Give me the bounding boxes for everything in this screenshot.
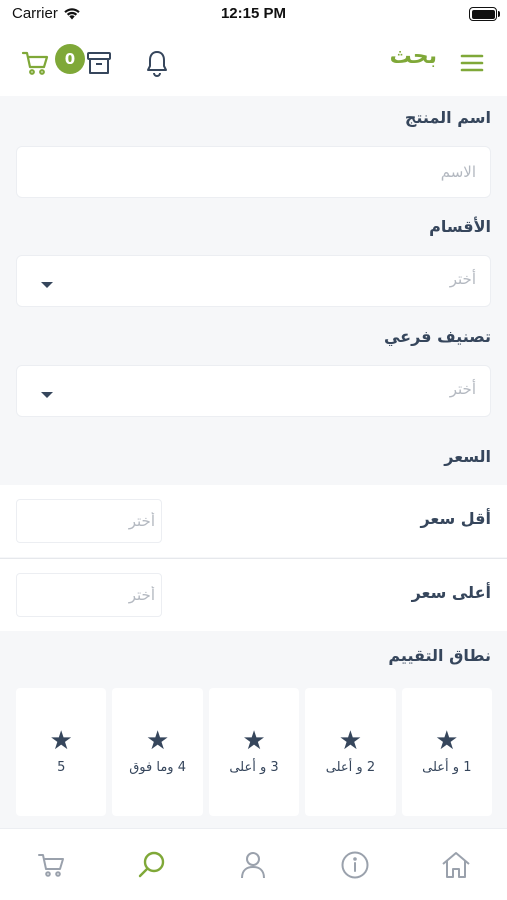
rating-option-label: 5 [57, 760, 66, 775]
rating-option-3[interactable]: ★ 3 و أعلى [208, 688, 300, 816]
status-bar: Carrier 12:15 PM [0, 0, 507, 30]
info-icon [341, 851, 369, 878]
rating-options: ★ 5 ★ 4 وما فوق ★ 3 و أعلى ★ 2 و أعلى ★ … [16, 688, 493, 816]
min-price-input[interactable] [17, 500, 161, 542]
max-price-label: أعلى سعر [411, 583, 491, 602]
tab-info[interactable] [325, 840, 385, 890]
bell-icon [147, 51, 167, 77]
max-price-field[interactable] [16, 573, 162, 617]
rating-option-label: 4 وما فوق [129, 760, 186, 775]
min-price-label: أقل سعر [420, 509, 491, 528]
categories-label: الأقسام [429, 217, 491, 236]
search-icon [138, 851, 165, 877]
tab-cart[interactable] [21, 840, 81, 890]
categories-select[interactable]: أختر [16, 255, 491, 307]
star-icon: ★ [435, 726, 459, 756]
cart-count-badge: 0 [55, 44, 85, 74]
star-icon: ★ [49, 726, 73, 756]
menu-button[interactable] [457, 48, 487, 78]
rating-option-5[interactable]: ★ 5 [16, 688, 107, 816]
chevron-down-icon [41, 282, 53, 288]
cart-button[interactable]: 0 [20, 44, 85, 78]
rating-range-label: نطاق التقييم [388, 646, 491, 665]
star-icon: ★ [242, 726, 266, 756]
home-icon [442, 851, 470, 878]
archive-icon [87, 52, 111, 74]
star-icon: ★ [145, 726, 170, 756]
tab-home[interactable] [426, 840, 486, 890]
notifications-button[interactable] [142, 48, 172, 78]
rating-option-1[interactable]: ★ 1 و أعلى [401, 688, 493, 816]
chevron-down-icon [41, 392, 53, 398]
product-name-input[interactable] [31, 147, 476, 197]
tab-profile[interactable] [223, 840, 283, 890]
max-price-row: أعلى سعر [0, 559, 507, 631]
status-time: 12:15 PM [220, 5, 287, 22]
page-title: بحث [389, 44, 437, 69]
min-price-field[interactable] [16, 499, 162, 543]
menu-icon [460, 54, 484, 72]
archive-button[interactable] [84, 48, 114, 78]
min-price-row: أقل سعر [0, 485, 507, 557]
max-price-input[interactable] [17, 574, 161, 616]
product-name-label: اسم المنتج [404, 108, 491, 127]
rating-option-label: 2 و أعلى [325, 760, 376, 775]
subcategory-select[interactable]: أختر [16, 365, 491, 417]
rating-option-4[interactable]: ★ 4 وما فوق [112, 688, 203, 816]
rating-option-label: 3 و أعلى [229, 760, 279, 775]
rating-option-label: 1 و أعلى [422, 760, 472, 775]
product-name-field[interactable] [16, 146, 491, 198]
cart-icon [37, 853, 64, 877]
rating-option-2[interactable]: ★ 2 و أعلى [305, 688, 396, 816]
top-nav-bar: 0 بحث [0, 30, 507, 96]
cart-icon [21, 51, 49, 75]
star-icon: ★ [338, 726, 363, 756]
user-icon [241, 851, 266, 878]
bottom-tab-bar [0, 828, 507, 900]
price-label: السعر [444, 447, 491, 466]
subcategory-selected-value: أختر [449, 380, 476, 398]
categories-selected-value: أختر [449, 270, 476, 288]
battery-icon [469, 7, 500, 21]
tab-search[interactable] [122, 840, 182, 890]
subcategory-label: تصنيف فرعي [383, 327, 491, 346]
